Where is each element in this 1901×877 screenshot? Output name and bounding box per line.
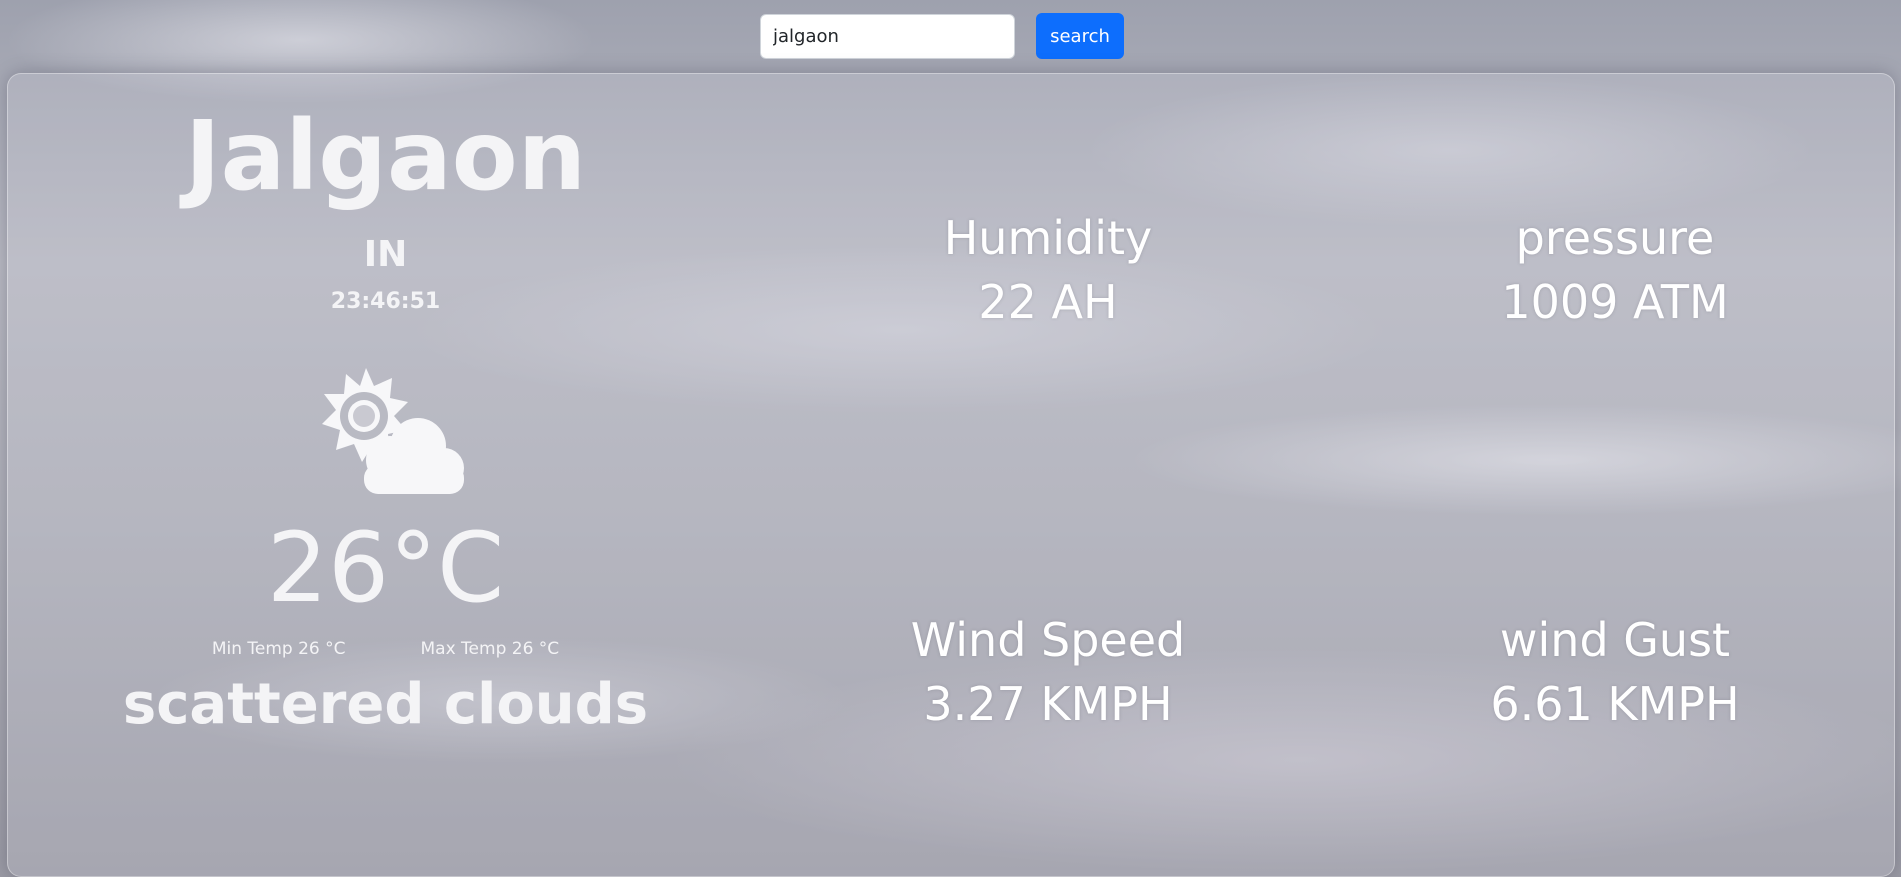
partly-cloudy-day-icon — [308, 368, 468, 498]
humidity-label: Humidity — [943, 211, 1153, 265]
pressure-value: 1009 ATM — [1501, 275, 1729, 330]
temp-range: Min Temp 26 °C Max Temp 26 °C — [8, 639, 763, 659]
search-button[interactable]: search — [1036, 13, 1124, 59]
humidity-value: 22 AH — [978, 275, 1118, 330]
current-weather-panel: Jalgaon IN 23:46:51 26°C Min Temp 26 °C … — [8, 74, 763, 876]
temperature: 26°C — [266, 512, 505, 624]
wind-gust-stat: wind Gust 6.61 KMPH — [1365, 608, 1865, 737]
pressure-label: pressure — [1515, 211, 1715, 265]
wind-speed-value: 3.27 KMPH — [923, 677, 1173, 732]
city-name: Jalgaon — [184, 100, 587, 212]
local-time: 23:46:51 — [330, 289, 441, 314]
wind-gust-value: 6.61 KMPH — [1490, 677, 1740, 732]
wind-gust-label: wind Gust — [1499, 613, 1731, 667]
weather-description: scattered clouds — [122, 672, 649, 737]
search-bar: search — [760, 13, 1124, 59]
wind-speed-label: Wind Speed — [910, 613, 1186, 667]
wind-speed-stat: Wind Speed 3.27 KMPH — [798, 608, 1298, 737]
weather-card: Jalgaon IN 23:46:51 26°C Min Temp 26 °C … — [7, 73, 1895, 877]
max-temp: Max Temp 26 °C — [420, 639, 560, 659]
country-code: IN — [363, 234, 408, 275]
search-input[interactable] — [760, 13, 1015, 59]
min-temp: Min Temp 26 °C — [211, 639, 346, 659]
pressure-stat: pressure 1009 ATM — [1365, 206, 1865, 335]
humidity-stat: Humidity 22 AH — [798, 206, 1298, 335]
